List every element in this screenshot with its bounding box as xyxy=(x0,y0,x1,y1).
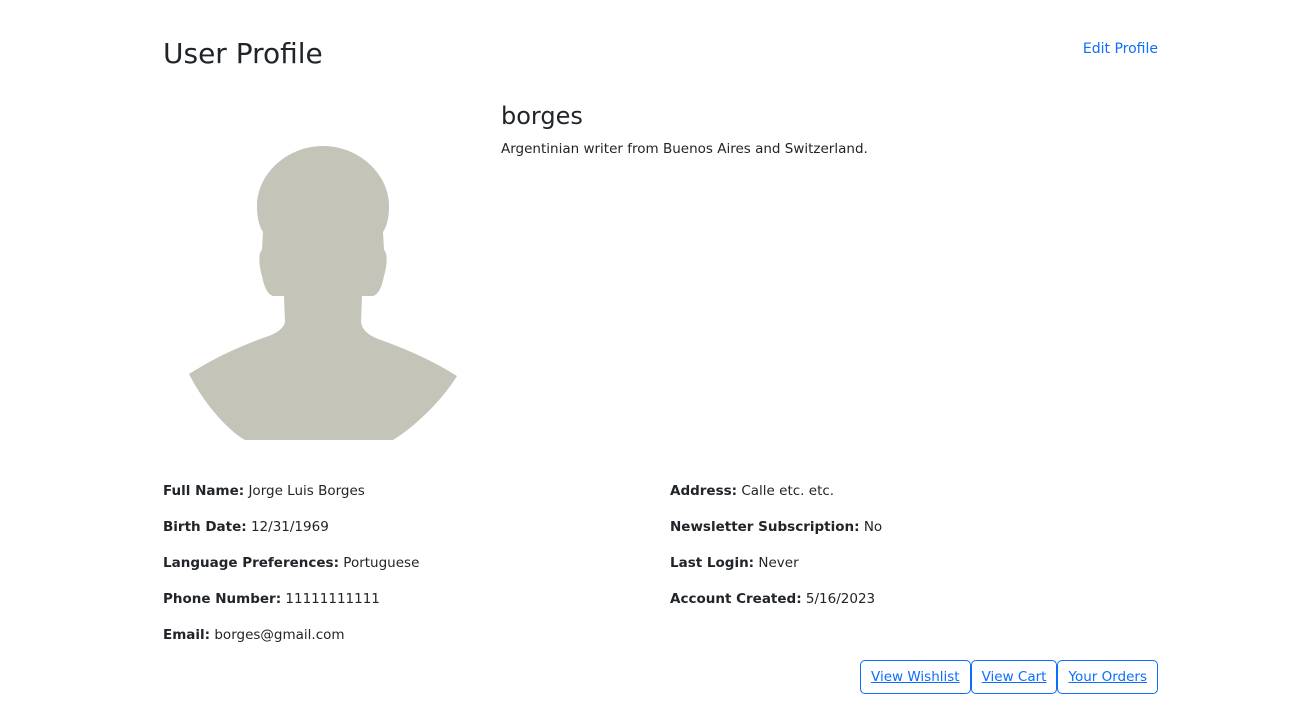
detail-label: Last Login: xyxy=(670,555,755,571)
person-silhouette-icon xyxy=(189,146,457,440)
detail-label: Account Created: xyxy=(670,591,802,607)
detail-value: No xyxy=(863,519,883,535)
avatar xyxy=(163,140,483,440)
profile-actions: View Wishlist View Cart Your Orders xyxy=(860,660,1158,694)
detail-address: Address: Calle etc. etc. xyxy=(670,481,1150,517)
detail-last-login: Last Login: Never xyxy=(670,553,1150,589)
detail-value: Jorge Luis Borges xyxy=(248,483,365,499)
detail-full-name: Full Name: Jorge Luis Borges xyxy=(163,481,643,517)
detail-value: borges@gmail.com xyxy=(214,627,345,643)
detail-birth-date: Birth Date: 12/31/1969 xyxy=(163,517,643,553)
your-orders-button[interactable]: Your Orders xyxy=(1057,660,1158,694)
username: borges xyxy=(501,102,583,130)
detail-value: 5/16/2023 xyxy=(805,591,876,607)
view-wishlist-button[interactable]: View Wishlist xyxy=(860,660,971,694)
detail-label: Language Preferences: xyxy=(163,555,339,571)
detail-email: Email: borges@gmail.com xyxy=(163,625,643,661)
detail-label: Email: xyxy=(163,627,211,643)
detail-label: Birth Date: xyxy=(163,519,247,535)
detail-label: Newsletter Subscription: xyxy=(670,519,860,535)
page-title: User Profile xyxy=(163,37,323,70)
detail-phone: Phone Number: 11111111111 xyxy=(163,589,643,625)
detail-language: Language Preferences: Portuguese xyxy=(163,553,643,589)
details-left-column: Full Name: Jorge Luis Borges Birth Date:… xyxy=(163,481,643,661)
detail-label: Address: xyxy=(670,483,738,499)
detail-value: 12/31/1969 xyxy=(250,519,329,535)
detail-label: Full Name: xyxy=(163,483,245,499)
user-bio: Argentinian writer from Buenos Aires and… xyxy=(501,141,868,157)
view-cart-button[interactable]: View Cart xyxy=(970,660,1058,694)
edit-profile-link[interactable]: Edit Profile xyxy=(1083,39,1158,59)
detail-value: 11111111111 xyxy=(285,591,380,607)
profile-page: User Profile Edit Profile borges Argenti… xyxy=(0,0,1290,725)
detail-value: Never xyxy=(758,555,799,571)
detail-value: Calle etc. etc. xyxy=(741,483,835,499)
detail-account-created: Account Created: 5/16/2023 xyxy=(670,589,1150,625)
detail-label: Phone Number: xyxy=(163,591,282,607)
detail-newsletter: Newsletter Subscription: No xyxy=(670,517,1150,553)
detail-value: Portuguese xyxy=(343,555,420,571)
details-right-column: Address: Calle etc. etc. Newsletter Subs… xyxy=(670,481,1150,625)
